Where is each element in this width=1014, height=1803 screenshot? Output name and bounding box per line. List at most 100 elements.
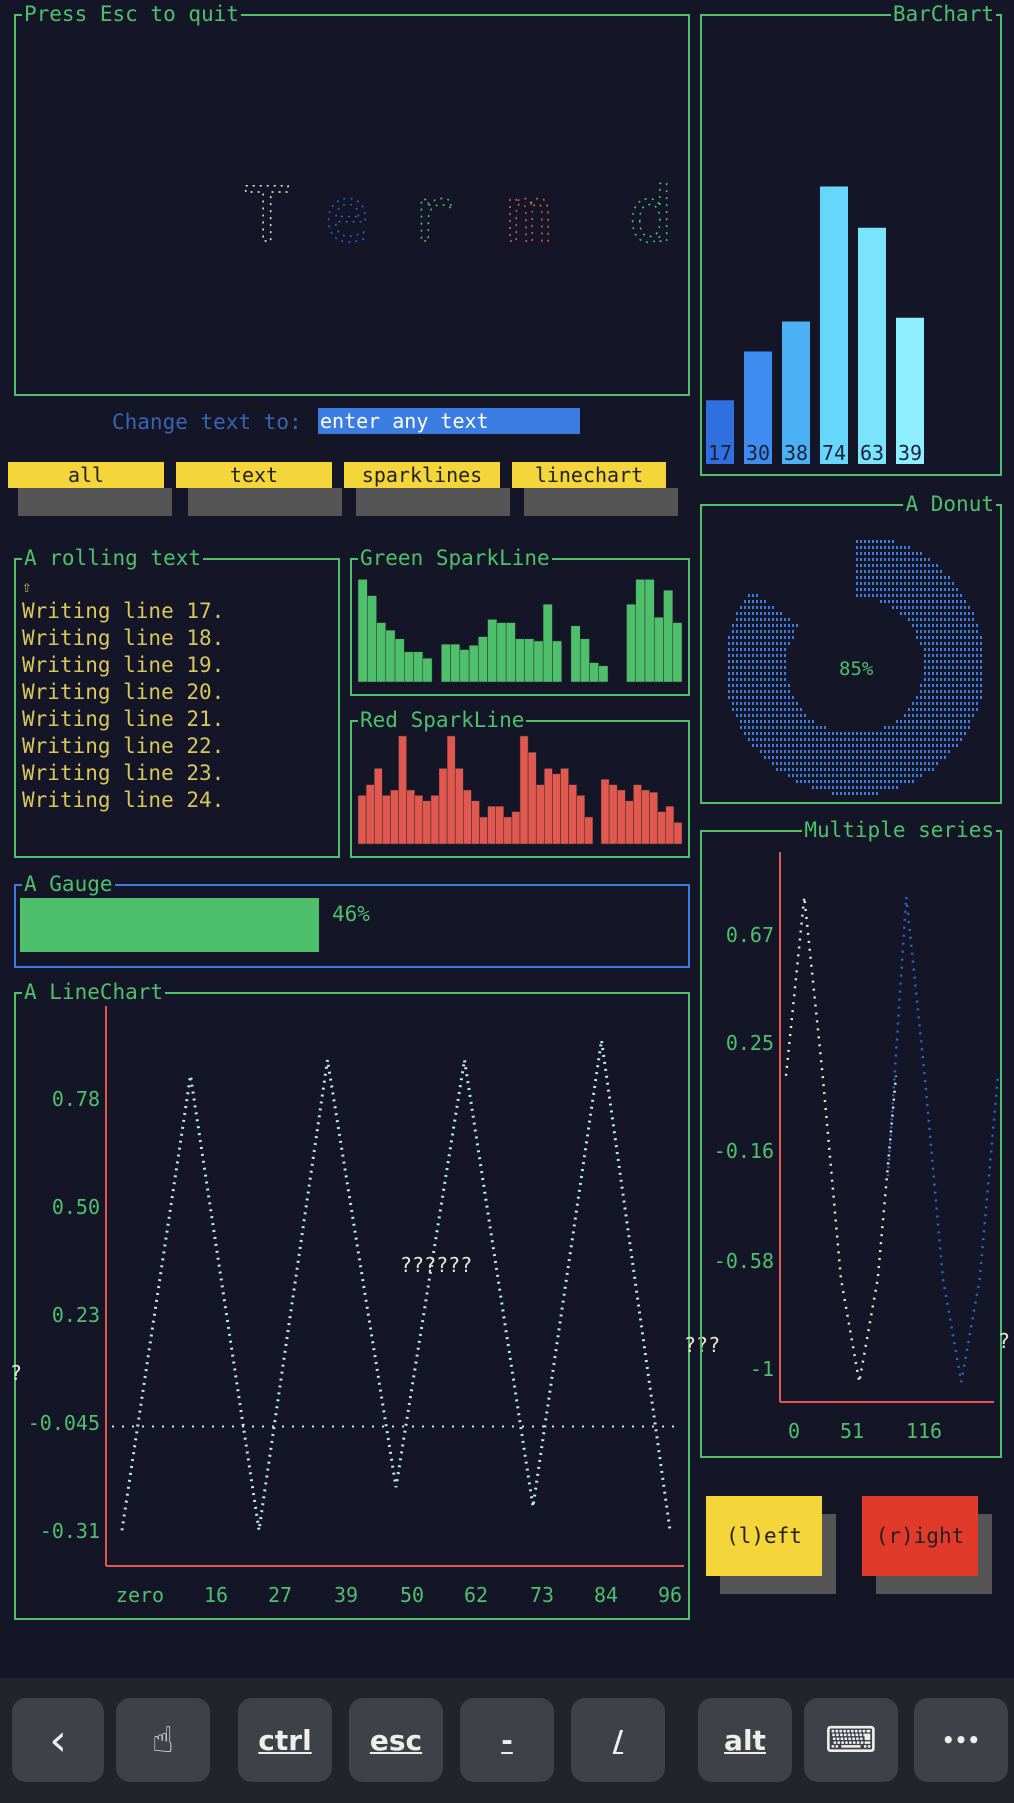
donut-dot — [820, 774, 822, 777]
donut-dot — [876, 750, 878, 753]
tab-text[interactable]: text — [176, 462, 332, 488]
tab-all[interactable]: all — [8, 462, 164, 488]
series-line — [120, 1040, 672, 1531]
donut-dot — [940, 708, 942, 711]
donut-dot — [904, 564, 906, 567]
donut-dot — [896, 594, 898, 597]
donut-dot — [784, 744, 786, 747]
donut-dot — [940, 666, 942, 669]
donut-dot — [960, 600, 962, 603]
donut-dot — [944, 672, 946, 675]
donut-dot — [880, 570, 882, 573]
donut-dot — [964, 666, 966, 669]
donut-dot — [952, 678, 954, 681]
donut-dot — [756, 648, 758, 651]
donut-dot — [924, 588, 926, 591]
donut-dot — [848, 774, 850, 777]
donut-dot — [828, 768, 830, 771]
donut-dot — [880, 600, 882, 603]
donut-dot — [832, 774, 834, 777]
donut-dot — [752, 702, 754, 705]
donut-dot — [852, 768, 854, 771]
donut-dot — [756, 660, 758, 663]
donut-dot — [780, 648, 782, 651]
donut-dot — [860, 540, 862, 543]
donut-dot — [836, 732, 838, 735]
sparkline-bar — [576, 795, 586, 845]
donut-dot — [960, 690, 962, 693]
dash-key[interactable]: - — [460, 1698, 554, 1782]
donut-dot — [732, 708, 734, 711]
rolling-text-panel: A rolling text ⇧ Writing line 17. Writin… — [14, 546, 340, 858]
donut-dot — [888, 750, 890, 753]
donut-dot — [916, 714, 918, 717]
donut-dot — [956, 654, 958, 657]
sparkline-bar — [406, 789, 415, 845]
donut-dot — [940, 594, 942, 597]
donut-dot — [856, 774, 858, 777]
tab-sparklines-shadow — [356, 488, 510, 516]
donut-dot — [948, 708, 950, 711]
donut-dot — [920, 744, 922, 747]
donut-dot — [812, 720, 814, 723]
donut-dot — [788, 744, 790, 747]
donut-dot — [816, 750, 818, 753]
donut-dot — [892, 774, 894, 777]
donut-dot — [860, 732, 862, 735]
donut-dot — [872, 552, 874, 555]
donut-dot — [848, 738, 850, 741]
donut-dot — [748, 642, 750, 645]
donut-dot — [936, 630, 938, 633]
donut-dot — [928, 744, 930, 747]
donut-dot — [876, 564, 878, 567]
donut-dot — [960, 708, 962, 711]
donut-dot — [868, 786, 870, 789]
donut-dot — [932, 642, 934, 645]
donut-dot — [920, 630, 922, 633]
donut-dot — [740, 630, 742, 633]
donut-dot — [916, 576, 918, 579]
donut-dot — [744, 618, 746, 621]
keyboard-toggle-icon[interactable]: ⌨ — [804, 1698, 898, 1782]
donut-dot — [868, 540, 870, 543]
donut-dot — [788, 750, 790, 753]
donut-dot — [856, 570, 858, 573]
left-button[interactable]: (l)eft — [706, 1496, 822, 1576]
donut-dot — [752, 618, 754, 621]
donut-dot — [896, 774, 898, 777]
donut-dot — [928, 696, 930, 699]
donut-dot — [840, 738, 842, 741]
donut-dot — [872, 558, 874, 561]
change-text-input[interactable] — [318, 408, 580, 434]
alt-key[interactable]: alt — [698, 1698, 792, 1782]
tab-sparklines[interactable]: sparklines — [344, 462, 500, 488]
donut-dot — [936, 720, 938, 723]
donut-dot — [828, 762, 830, 765]
more-icon[interactable]: ••• — [914, 1698, 1008, 1782]
sparkline-bar — [496, 622, 507, 683]
sparkline-bar — [487, 805, 496, 845]
donut-dot — [944, 684, 946, 687]
donut-dot — [780, 708, 782, 711]
esc-key[interactable]: esc — [349, 1698, 443, 1782]
ctrl-key[interactable]: ctrl — [238, 1698, 332, 1782]
donut-dot — [964, 726, 966, 729]
donut-dot — [732, 636, 734, 639]
right-button[interactable]: (r)ight — [862, 1496, 978, 1576]
back-key[interactable]: ‹ — [12, 1698, 104, 1782]
donut-dot — [744, 600, 746, 603]
tab-linechart[interactable]: linechart — [512, 462, 666, 488]
donut-dot — [912, 762, 914, 765]
x-tick-label: 51 — [840, 1419, 864, 1443]
donut-dot — [736, 642, 738, 645]
donut-dot — [900, 726, 902, 729]
donut-dot — [904, 570, 906, 573]
slash-key[interactable]: / — [571, 1698, 665, 1782]
donut-dot — [944, 732, 946, 735]
donut-dot — [888, 564, 890, 567]
donut-dot — [796, 750, 798, 753]
donut-dot — [768, 720, 770, 723]
donut-dot — [940, 606, 942, 609]
donut-dot — [956, 624, 958, 627]
touch-key[interactable]: ☝ — [116, 1698, 210, 1782]
